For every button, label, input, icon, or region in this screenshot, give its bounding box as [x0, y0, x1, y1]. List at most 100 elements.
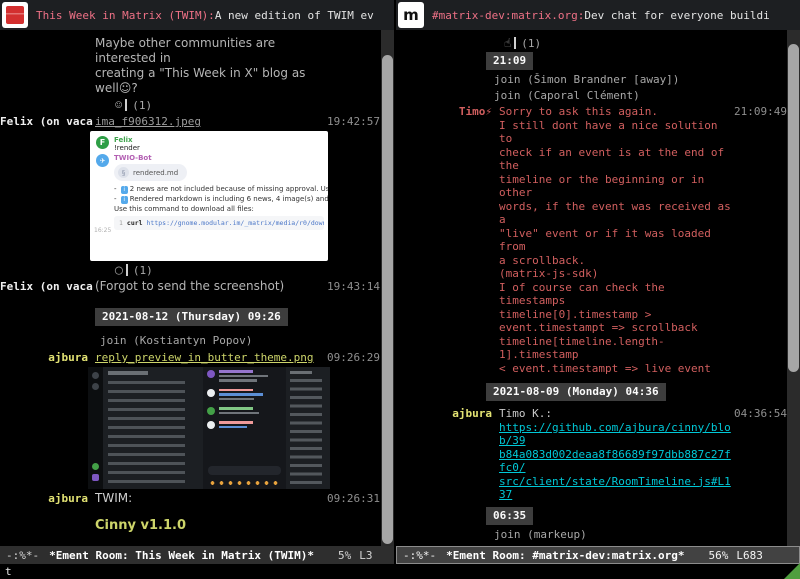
tg-sender-name: Felix — [114, 136, 140, 144]
heading: Cinny v1.1.0 — [95, 518, 324, 533]
time-separator: 06:35 — [486, 507, 533, 525]
matrix-dev-room-avatar[interactable]: m — [398, 2, 424, 28]
message-text: Maybe other communities are interested i… — [95, 36, 324, 96]
message-text: TWIM: — [95, 491, 324, 506]
embedded-image-telegram-render[interactable]: F Felix !render ✈ TWIO-Bot §rendered.md … — [90, 131, 328, 261]
cinny-input-bar — [208, 466, 281, 475]
twim-room-avatar[interactable] — [2, 2, 28, 28]
message-text: (Forgot to send the screenshot) — [95, 279, 324, 294]
room-name: #matrix-dev:matrix.org: — [432, 9, 584, 22]
cinny-channel-list — [103, 367, 203, 489]
matrix-dev-message-area: ☝(1) 21:09 join (Šimon Brandner [away]) … — [396, 30, 800, 546]
cinny-member-list — [286, 367, 330, 489]
room-header-matrix-dev: m #matrix-dev:matrix.org: Dev chat for e… — [396, 0, 800, 30]
message-text: Sorry to ask this again. I still dont ha… — [499, 105, 731, 375]
reaction-count: (1) — [132, 99, 152, 112]
cursor-bar — [126, 264, 128, 276]
modeline-flags: -:%*- — [6, 549, 39, 562]
date-separator: 2021-08-12 (Thursday) 09:26 — [95, 308, 288, 326]
cursor-bar — [125, 99, 127, 111]
timestamp: 09:26:29 — [324, 350, 380, 365]
scrollbar-thumb[interactable] — [382, 55, 393, 544]
thumbs-up-emoji-icon: ☝ — [504, 36, 511, 50]
tg-info-line: - i2 news are not included because of mi… — [114, 185, 328, 194]
tg-message: !render — [114, 144, 140, 152]
time-separator: 21:09 — [486, 52, 533, 70]
sender-felix[interactable]: Felix (on vaca — [0, 279, 95, 294]
resize-corner-triangle — [784, 563, 800, 579]
scrollbar[interactable] — [381, 30, 394, 546]
tg-info-line: - iRendered markdown is including 6 news… — [114, 195, 328, 204]
tg-code-block: 1curl https://gnome.modular.im/_matrix/m… — [114, 216, 324, 230]
github-link[interactable]: https://github.com/ajbura/cinny/blob/39 … — [499, 421, 731, 502]
twim-logo-icon — [6, 6, 24, 24]
message-row: ajbura Timo K.: https://github.com/ajbur… — [396, 407, 787, 502]
cinny-space-bar — [88, 367, 103, 489]
tg-attachment: §rendered.md — [114, 164, 187, 181]
room-topic: Dev chat for everyone buildi — [584, 9, 769, 22]
reaction-count: (1) — [133, 264, 153, 277]
modeline-line-number: L3 — [359, 549, 372, 562]
pane-matrix-dev-room: m #matrix-dev:matrix.org: Dev chat for e… — [396, 0, 800, 564]
membership-event: join (Caporal Clément) — [494, 89, 787, 102]
message-row: Timo⚡ Sorry to ask this again. I still d… — [396, 105, 787, 375]
mode-line-matrix-dev: -:%*- *Ement Room: #matrix-dev:matrix.or… — [396, 546, 800, 564]
cursor-bar — [514, 37, 516, 49]
modeline-flags: -:%*- — [403, 549, 436, 562]
info-icon: i — [121, 186, 128, 194]
scrollbar[interactable] — [787, 30, 800, 546]
message-row: Felix (on vaca (Forgot to send the scree… — [0, 279, 380, 294]
felix-avatar: F — [96, 136, 109, 149]
tg-timestamp: 16:25 — [94, 227, 111, 234]
message-row: ajbura reply_preview_in_butter_theme.png… — [0, 350, 380, 365]
timestamp: 19:43:14 — [324, 279, 380, 294]
sender-ajbura[interactable]: ajbura — [0, 350, 95, 365]
scrollbar-thumb[interactable] — [788, 44, 799, 372]
mode-line-twim: -:%*- *Ement Room: This Week in Matrix (… — [0, 546, 394, 564]
cinny-emoji-row — [208, 480, 281, 486]
modeline-buffer-name: *Ement Room: #matrix-dev:matrix.org* — [446, 549, 684, 562]
message-row: Felix (on vaca ima_f906312.jpeg 19:42:57 — [0, 114, 380, 129]
message-row: ajbura TWIM: 09:26:31 — [0, 491, 380, 506]
reaction-thumbs-up[interactable]: ☝ (1) — [504, 36, 787, 50]
tg-instruction: Use this command to download all files: — [114, 205, 328, 213]
membership-event: join (Šimon Brandner [away]) — [494, 73, 787, 86]
reaction-wink[interactable]: ☺ (1) — [115, 98, 380, 112]
m-letter-icon: m — [403, 6, 419, 24]
modeline-position: 5% — [338, 549, 351, 562]
echo-area[interactable]: t — [0, 564, 800, 579]
message-row: Cinny v1.1.0 — [0, 518, 380, 533]
image-file-link[interactable]: ima_f906312.jpeg — [95, 114, 324, 129]
timestamp: 21:09:49 — [731, 105, 787, 119]
reaction-count: (1) — [521, 37, 541, 50]
reaction-circle[interactable]: ◯ (1) — [115, 263, 380, 277]
image-file-link[interactable]: reply_preview_in_butter_theme.png — [95, 350, 324, 365]
membership-event: join (markeup) — [494, 528, 787, 541]
twio-bot-avatar: ✈ — [96, 154, 109, 167]
timestamp: 19:42:57 — [324, 114, 380, 129]
membership-event: join (Kostiantyn Popov) — [100, 334, 380, 347]
room-topic: A new edition of TWIM ev — [215, 9, 374, 22]
pane-twim-room: This Week in Matrix (TWIM): A new editio… — [0, 0, 396, 564]
embedded-image-cinny-screenshot[interactable] — [88, 367, 330, 489]
sender-ajbura[interactable]: ajbura — [396, 407, 499, 421]
paperclip-icon: § — [118, 167, 129, 178]
modeline-buffer-name: *Ement Room: This Week in Matrix (TWIM)* — [49, 549, 314, 562]
timestamp: 09:26:31 — [324, 491, 380, 506]
timestamp: 04:36:54 — [731, 407, 787, 421]
sender-felix[interactable]: Felix (on vaca — [0, 114, 95, 129]
message-row: Maybe other communities are interested i… — [0, 36, 380, 96]
twim-message-area: Maybe other communities are interested i… — [0, 30, 394, 546]
cinny-chat-area — [203, 367, 286, 489]
sender-ajbura[interactable]: ajbura — [0, 491, 95, 506]
modeline-line-number: L683 — [736, 549, 763, 562]
circle-emoji-icon: ◯ — [115, 263, 123, 278]
room-header-twim: This Week in Matrix (TWIM): A new editio… — [0, 0, 394, 30]
modeline-position: 56% — [709, 549, 729, 562]
sender-timo[interactable]: Timo⚡ — [396, 105, 499, 119]
info-icon: i — [121, 196, 128, 204]
tg-bot-name: TWIO-Bot — [114, 154, 328, 162]
wink-emoji-icon: ☺ — [115, 98, 122, 112]
room-name: This Week in Matrix (TWIM): — [36, 9, 215, 22]
emacs-frame: This Week in Matrix (TWIM): A new editio… — [0, 0, 800, 579]
